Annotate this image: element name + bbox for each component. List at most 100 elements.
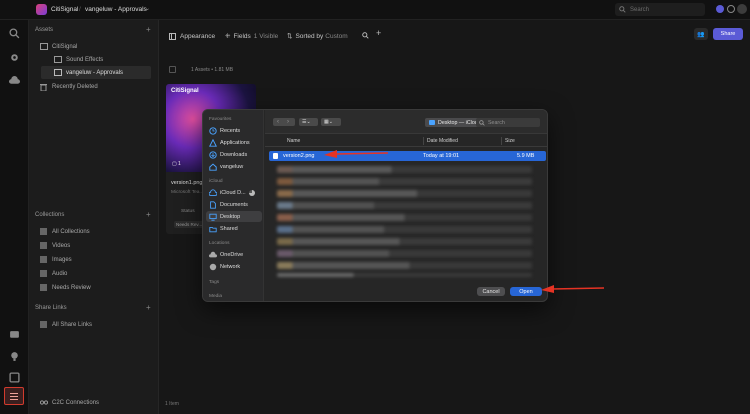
- avatar[interactable]: [737, 4, 747, 14]
- sidebar-item-citisignal[interactable]: CitiSignal: [29, 40, 159, 53]
- chevron-left-icon[interactable]: ‹: [277, 118, 279, 126]
- search-icon: [479, 119, 485, 126]
- menu-icon[interactable]: [4, 387, 24, 405]
- home-icon: [209, 163, 217, 171]
- fav-item-recents[interactable]: Recents: [206, 125, 262, 136]
- media-header: Media: [209, 294, 223, 299]
- column-name[interactable]: Name: [287, 138, 300, 144]
- sidebar-item-recently-deleted[interactable]: Recently Deleted: [29, 80, 159, 93]
- search-icon[interactable]: [9, 28, 20, 39]
- column-size[interactable]: Size: [505, 138, 515, 144]
- file-row[interactable]: [277, 202, 532, 209]
- file-row[interactable]: [277, 166, 532, 173]
- thumbnail-brand: CitiSignal: [171, 88, 199, 94]
- icloud-item-desktop[interactable]: Desktop: [206, 211, 262, 222]
- icloud-item-shared[interactable]: Shared: [206, 223, 262, 234]
- cancel-button[interactable]: Cancel: [477, 287, 505, 296]
- collection-item-needs-review[interactable]: Needs Review: [29, 281, 159, 294]
- icloud-item-drive[interactable]: iCloud D...: [206, 187, 262, 198]
- collection-item-audio[interactable]: Audio: [29, 267, 159, 280]
- top-bar: CitiSignal / vangeluw - Approvals ⌄ Sear…: [0, 0, 750, 20]
- people-icon[interactable]: 👥: [694, 28, 708, 40]
- icloud-label: Shared: [220, 225, 238, 232]
- folder-icon: [53, 55, 62, 64]
- collection-label: Needs Review: [52, 284, 91, 291]
- cloud-icon: [209, 251, 217, 257]
- dialog-search-placeholder: Search: [488, 119, 505, 126]
- collection-item-all[interactable]: All Collections: [29, 225, 159, 238]
- cloud-icon: [209, 188, 217, 196]
- view-grid-toggle[interactable]: ▦⌄: [321, 118, 341, 126]
- assets-summary: 1 Assets • 1.81 MB: [191, 67, 234, 73]
- fav-item-home[interactable]: vangeluw: [206, 161, 262, 172]
- asset-uploader: Microsoft Tea...: [171, 190, 204, 195]
- folder-icon: [429, 120, 435, 125]
- file-row-selected[interactable]: version2.png Today at 19:01 5.9 MB: [269, 151, 546, 161]
- collection-label: Videos: [52, 242, 71, 249]
- add-icon[interactable]: +: [146, 25, 151, 34]
- sidebar-item-approvals[interactable]: vangeluw - Approvals: [41, 66, 151, 79]
- appearance-button[interactable]: Appearance: [169, 30, 215, 42]
- search-icon[interactable]: [362, 32, 369, 39]
- icloud-item-documents[interactable]: Documents: [206, 199, 262, 210]
- apps-icon[interactable]: [9, 372, 20, 383]
- grid-view-icon: ▦⌄: [324, 119, 333, 125]
- fav-item-downloads[interactable]: Downloads: [206, 149, 262, 160]
- location-label: Desktop — iCloud: [438, 119, 481, 126]
- file-row[interactable]: [277, 178, 532, 185]
- link-icon: [39, 320, 48, 329]
- cloud-icon[interactable]: [9, 76, 20, 87]
- share-item-all[interactable]: All Share Links: [29, 318, 159, 331]
- chat-icon[interactable]: [9, 330, 20, 341]
- gear-icon[interactable]: [9, 52, 20, 63]
- comment-icon: ▢: [172, 161, 177, 167]
- dialog-search-field[interactable]: Search: [476, 118, 540, 127]
- location-label: Network: [220, 263, 241, 270]
- add-icon[interactable]: +: [376, 28, 381, 38]
- add-icon[interactable]: +: [146, 210, 151, 219]
- file-row[interactable]: [277, 226, 532, 233]
- file-row[interactable]: [277, 190, 532, 197]
- file-row[interactable]: [277, 262, 532, 269]
- file-row[interactable]: [277, 214, 532, 221]
- appearance-label: Appearance: [180, 32, 216, 40]
- sidebar: Assets + CitiSignal Sound Effects vangel…: [29, 20, 159, 414]
- location-item-network[interactable]: Network: [206, 261, 262, 272]
- c2c-connections-link[interactable]: C2C Connections: [29, 396, 159, 409]
- comment-count: 1: [178, 161, 181, 167]
- fav-item-applications[interactable]: Applications: [206, 137, 262, 148]
- back-forward-buttons[interactable]: ‹ ›: [273, 118, 295, 126]
- sort-button[interactable]: ⇅ Sorted by Custom: [287, 30, 348, 42]
- share-button[interactable]: Share: [713, 28, 743, 40]
- icloud-label: iCloud D...: [220, 189, 246, 196]
- sidebar-item-sound-effects[interactable]: Sound Effects: [29, 53, 159, 66]
- c2c-label: C2C Connections: [52, 399, 100, 406]
- add-icon[interactable]: +: [146, 303, 151, 312]
- fav-label: Downloads: [220, 151, 248, 158]
- sort-prefix: Sorted by: [295, 32, 324, 40]
- breadcrumb-project[interactable]: vangeluw - Approvals: [85, 6, 147, 13]
- select-all-checkbox[interactable]: [169, 66, 176, 73]
- file-open-dialog: Favourites Recents Applications Download…: [202, 109, 548, 302]
- lightbulb-icon[interactable]: [9, 351, 20, 362]
- chevron-down-icon[interactable]: ⌄: [145, 5, 150, 12]
- location-item-onedrive[interactable]: OneDrive: [206, 249, 262, 260]
- fields-button[interactable]: ⁜ Fields 1 Visible: [225, 30, 278, 42]
- help-icon[interactable]: [716, 5, 724, 13]
- column-date[interactable]: Date Modified: [427, 138, 458, 144]
- notifications-icon[interactable]: [727, 5, 735, 13]
- sync-progress-icon: [248, 189, 255, 196]
- app-name[interactable]: CitiSignal: [51, 6, 78, 13]
- view-list-toggle[interactable]: ☰⌄: [299, 118, 318, 126]
- status-badge[interactable]: Needs Rev...: [174, 221, 205, 228]
- file-row[interactable]: [277, 273, 532, 277]
- icloud-header: iCloud: [209, 179, 223, 184]
- collection-item-videos[interactable]: Videos: [29, 239, 159, 252]
- collection-item-images[interactable]: Images: [29, 253, 159, 266]
- open-button[interactable]: Open: [510, 287, 542, 296]
- app-logo[interactable]: [36, 4, 47, 15]
- search-field[interactable]: Search: [615, 3, 705, 16]
- chevron-right-icon[interactable]: ›: [287, 118, 289, 126]
- file-row[interactable]: [277, 238, 532, 245]
- file-row[interactable]: [277, 250, 532, 257]
